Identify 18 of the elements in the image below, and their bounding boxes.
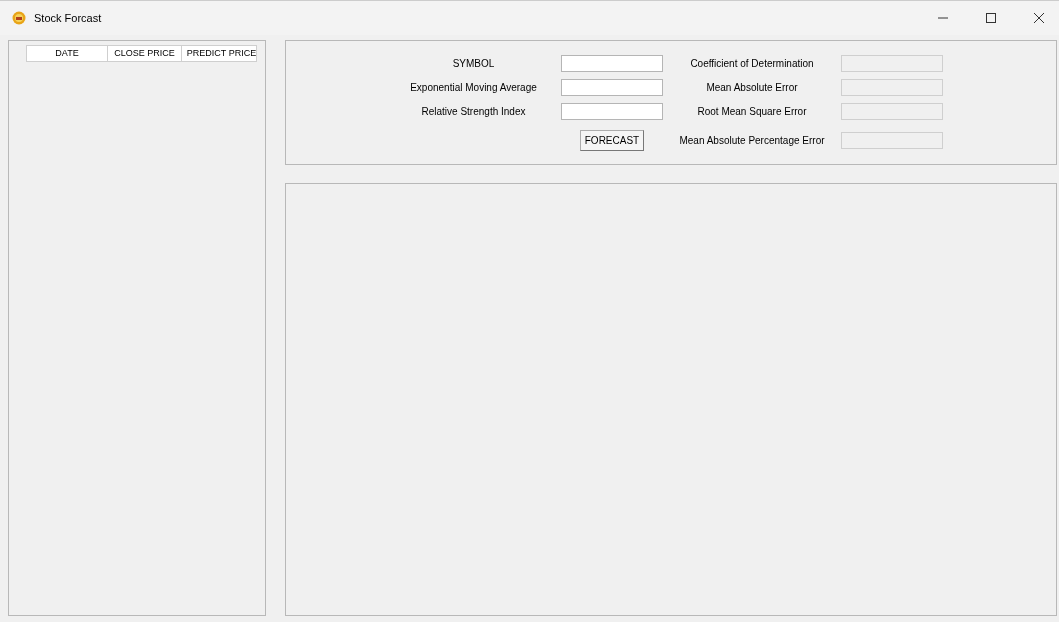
metric-label: Mean Absolute Error (706, 81, 798, 93)
field-label: Exponential Moving Average (410, 81, 537, 93)
metric-label: Mean Absolute Percentage Error (679, 134, 825, 146)
forecast-button[interactable]: FORECAST (579, 129, 645, 151)
input-field[interactable] (561, 78, 663, 96)
input-field[interactable] (561, 54, 663, 72)
column-header[interactable]: CLOSE PRICE (107, 46, 181, 61)
maximize-icon[interactable] (986, 13, 996, 23)
field-label: SYMBOL (452, 57, 495, 69)
close-icon[interactable] (1034, 13, 1044, 23)
field-label: Relative Strength Index (421, 105, 526, 117)
metric-label: Root Mean Square Error (697, 105, 807, 117)
column-header[interactable]: PREDICT PRICE (181, 46, 261, 61)
window-title: Stock Forcast (34, 12, 103, 24)
app-icon (12, 11, 26, 25)
metric-label: Coefficient of Determination (690, 57, 814, 69)
input-field[interactable] (561, 102, 663, 120)
column-header[interactable]: DATE (27, 46, 107, 61)
